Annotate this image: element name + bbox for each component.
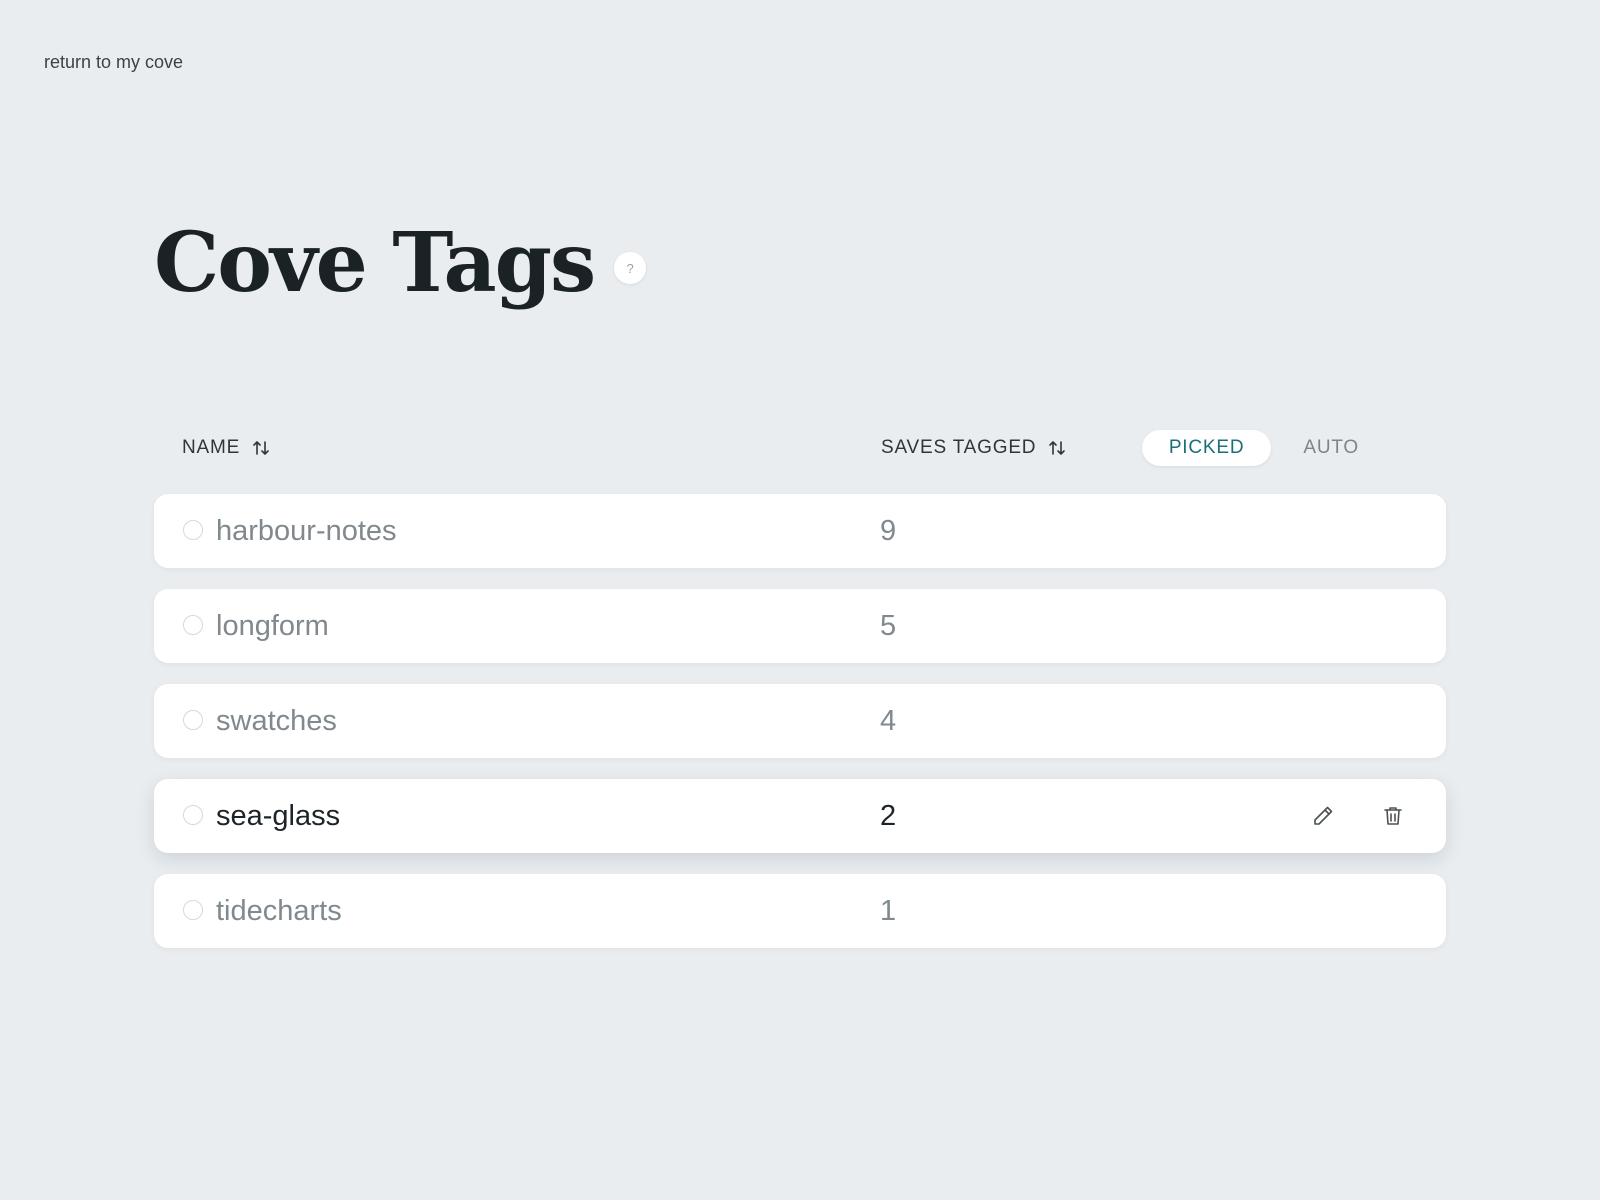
tag-name: swatches	[216, 705, 337, 737]
tag-count: 4	[880, 705, 897, 737]
table-row[interactable]: harbour-notes 9	[154, 494, 1446, 568]
table-row[interactable]: sea-glass 2	[154, 779, 1446, 853]
return-link[interactable]: return to my cove	[44, 52, 183, 73]
radio-circle-icon[interactable]	[183, 900, 203, 920]
saves-column-label: SAVES TAGGED	[881, 437, 1037, 458]
radio-circle-icon[interactable]	[183, 805, 203, 825]
sort-by-saves-button[interactable]: SAVES TAGGED	[881, 437, 1066, 459]
edit-tag-button[interactable]	[1310, 803, 1336, 829]
tag-list: harbour-notes 9 longform 5 swatches 4 se…	[154, 494, 1446, 969]
tag-count: 9	[880, 515, 897, 547]
page-header: Cove Tags ?	[154, 215, 647, 311]
trash-icon	[1384, 807, 1402, 825]
sort-arrows-icon	[253, 441, 269, 455]
pencil-icon	[1314, 806, 1333, 825]
help-button[interactable]: ?	[614, 252, 647, 284]
table-row[interactable]: swatches 4	[154, 684, 1446, 758]
tag-name: longform	[216, 610, 329, 642]
sort-arrows-icon	[1049, 441, 1066, 455]
tag-count: 2	[880, 800, 897, 832]
radio-circle-icon[interactable]	[183, 615, 203, 635]
tag-count: 1	[880, 895, 897, 927]
name-column-label: NAME	[182, 437, 241, 458]
tag-count: 5	[880, 610, 897, 642]
tag-name: harbour-notes	[216, 515, 397, 547]
page-title: Cove Tags	[154, 215, 596, 311]
table-row[interactable]: tidecharts 1	[154, 874, 1446, 948]
tag-type-toggle: PICKED AUTO	[1141, 430, 1386, 466]
picked-tab[interactable]: PICKED	[1141, 430, 1272, 466]
auto-tab[interactable]: AUTO	[1276, 430, 1386, 466]
table-header: NAME SAVES TAGGED PICKED AUTO	[154, 430, 1446, 466]
radio-circle-icon[interactable]	[183, 710, 203, 730]
help-label: ?	[626, 260, 634, 276]
delete-tag-button[interactable]	[1380, 803, 1406, 829]
row-actions	[1310, 803, 1406, 829]
radio-circle-icon[interactable]	[183, 520, 203, 540]
sort-by-name-button[interactable]: NAME	[182, 437, 270, 459]
tag-name: sea-glass	[216, 800, 341, 832]
tag-name: tidecharts	[216, 895, 342, 927]
table-row[interactable]: longform 5	[154, 589, 1446, 663]
